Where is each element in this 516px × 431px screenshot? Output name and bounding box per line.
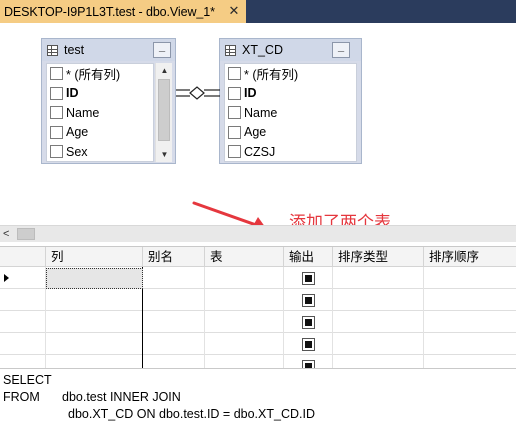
minimize-icon[interactable]: _ bbox=[153, 42, 171, 58]
column-checkbox[interactable] bbox=[50, 86, 63, 100]
grid-header-alias[interactable]: 别名 bbox=[143, 247, 205, 267]
column-item[interactable]: * (所有列) bbox=[225, 64, 356, 84]
table-column-list-xt-cd: * (所有列) ID Name Age CZSJ bbox=[224, 63, 357, 162]
sql-pane[interactable]: SELECT FROM dbo.test INNER JOIN dbo.XT_C… bbox=[0, 368, 516, 431]
table-row[interactable] bbox=[0, 355, 516, 368]
selected-cell[interactable] bbox=[46, 268, 143, 289]
column-label: Age bbox=[66, 125, 89, 140]
sql-from-keyword: FROM bbox=[3, 390, 40, 404]
output-checkbox[interactable] bbox=[302, 338, 315, 351]
column-item[interactable]: Name bbox=[47, 103, 153, 123]
column-label: Sex bbox=[66, 144, 88, 159]
column-label: ID bbox=[244, 86, 257, 101]
column-label: Name bbox=[66, 105, 100, 120]
grid-header-column[interactable]: 列 bbox=[46, 247, 143, 267]
column-checkbox[interactable] bbox=[50, 145, 63, 159]
column-checkbox[interactable] bbox=[50, 67, 63, 81]
sql-join-text: dbo.XT_CD ON dbo.test.ID = dbo.XT_CD.ID bbox=[68, 407, 315, 421]
sql-select-keyword: SELECT bbox=[3, 373, 52, 387]
grid-header-table[interactable]: 表 bbox=[205, 247, 284, 267]
scroll-up-icon[interactable]: ▲ bbox=[156, 63, 173, 78]
table-column-list-test: * (所有列) ID Name Age Sex bbox=[46, 63, 154, 162]
column-label: Name bbox=[244, 105, 278, 120]
column-item[interactable]: CZSJ bbox=[225, 142, 356, 162]
column-item[interactable]: Age bbox=[225, 123, 356, 143]
column-checkbox[interactable] bbox=[228, 86, 241, 100]
document-tab-bar: DESKTOP-I9P1L3T.test - dbo.View_1* ✕ bbox=[0, 0, 516, 23]
column-label: ID bbox=[66, 86, 79, 101]
grid-header: 列 别名 表 输出 排序类型 排序顺序 bbox=[0, 247, 516, 267]
table-scrollbar[interactable]: ▲ ▼ bbox=[155, 63, 172, 162]
grid-header-sort-order[interactable]: 排序顺序 bbox=[424, 247, 516, 267]
scroll-thumb[interactable] bbox=[158, 79, 170, 141]
close-icon[interactable]: ✕ bbox=[227, 3, 241, 19]
grid-column-divider bbox=[423, 267, 424, 368]
table-title-xt-cd: XT_CD bbox=[242, 43, 283, 57]
column-checkbox[interactable] bbox=[50, 125, 63, 139]
diagram-pane[interactable]: test _ * (所有列) ID Name Age Sex ▲ ▼ XT_CD… bbox=[0, 23, 516, 231]
grid-column-divider bbox=[283, 267, 284, 368]
column-checkbox[interactable] bbox=[228, 67, 241, 81]
output-checkbox[interactable] bbox=[302, 360, 315, 368]
criteria-grid[interactable]: 列 别名 表 输出 排序类型 排序顺序 bbox=[0, 246, 516, 368]
table-icon bbox=[47, 44, 58, 56]
column-label: Age bbox=[244, 125, 267, 140]
grid-column-divider bbox=[204, 267, 205, 368]
grid-header-output[interactable]: 输出 bbox=[284, 247, 333, 267]
column-label: CZSJ bbox=[244, 144, 276, 159]
sql-from-text: dbo.test INNER JOIN bbox=[62, 390, 181, 404]
table-row[interactable] bbox=[0, 289, 516, 311]
column-item[interactable]: Sex bbox=[47, 142, 153, 162]
column-item[interactable]: * (所有列) bbox=[47, 64, 153, 84]
join-line-icon[interactable] bbox=[176, 83, 220, 103]
document-tab-view1[interactable]: DESKTOP-I9P1L3T.test - dbo.View_1* ✕ bbox=[0, 0, 246, 23]
column-item[interactable]: ID bbox=[225, 84, 356, 104]
column-label: * (所有列) bbox=[244, 68, 299, 83]
grid-row-header-corner bbox=[0, 247, 46, 267]
column-checkbox[interactable] bbox=[228, 106, 241, 120]
column-label: * (所有列) bbox=[66, 68, 121, 83]
grid-header-sort-type[interactable]: 排序类型 bbox=[333, 247, 424, 267]
column-item[interactable]: Age bbox=[47, 123, 153, 143]
table-box-test[interactable]: test _ * (所有列) ID Name Age Sex ▲ ▼ bbox=[41, 38, 176, 164]
scroll-left-icon[interactable]: < bbox=[3, 226, 9, 243]
table-box-xt-cd[interactable]: XT_CD _ * (所有列) ID Name Age CZSJ bbox=[219, 38, 362, 164]
diagram-horizontal-scrollbar[interactable]: < bbox=[0, 225, 516, 242]
column-checkbox[interactable] bbox=[228, 145, 241, 159]
table-title-test: test bbox=[64, 43, 85, 57]
output-checkbox[interactable] bbox=[302, 316, 315, 329]
output-checkbox[interactable] bbox=[302, 294, 315, 307]
output-checkbox[interactable] bbox=[302, 272, 315, 285]
table-row[interactable] bbox=[0, 333, 516, 355]
column-item[interactable]: ID bbox=[47, 84, 153, 104]
grid-column-divider bbox=[332, 267, 333, 368]
column-checkbox[interactable] bbox=[50, 106, 63, 120]
column-checkbox[interactable] bbox=[228, 125, 241, 139]
current-row-icon bbox=[4, 274, 9, 282]
table-row[interactable] bbox=[0, 311, 516, 333]
column-item[interactable]: Name bbox=[225, 103, 356, 123]
table-icon bbox=[225, 44, 236, 56]
minimize-icon[interactable]: _ bbox=[332, 42, 350, 58]
scroll-down-icon[interactable]: ▼ bbox=[156, 147, 173, 162]
scroll-thumb[interactable] bbox=[17, 228, 35, 240]
document-tab-title: DESKTOP-I9P1L3T.test - dbo.View_1* bbox=[4, 4, 215, 19]
